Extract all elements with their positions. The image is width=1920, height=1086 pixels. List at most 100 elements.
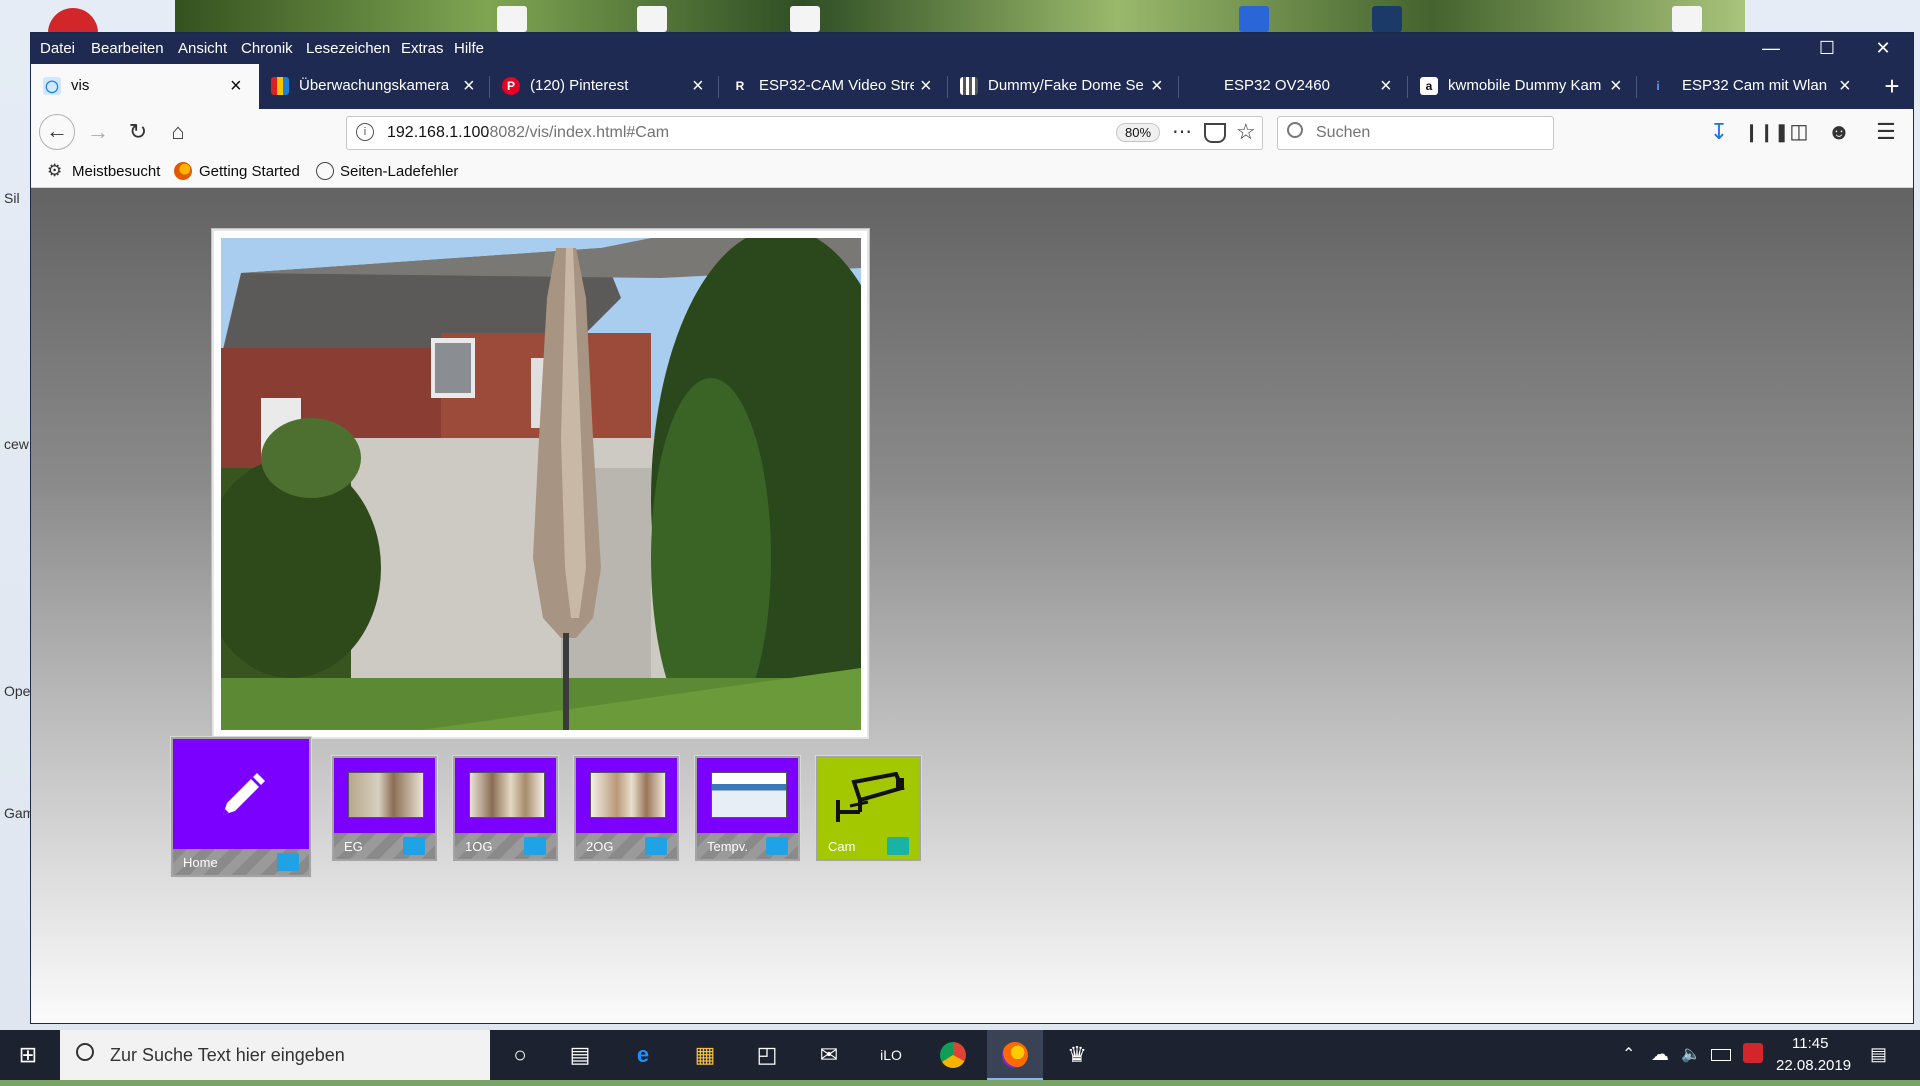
new-tab-button[interactable]: + [1876, 70, 1908, 102]
battery-icon[interactable] [1711, 1049, 1731, 1061]
nav-tile-eg[interactable]: EG [334, 758, 435, 859]
edge-icon[interactable]: e [615, 1030, 671, 1080]
security-camera-icon [836, 772, 905, 822]
windows-start-icon[interactable]: ⊞ [0, 1030, 56, 1080]
close-icon[interactable]: × [920, 75, 932, 98]
notifications-icon[interactable]: ▤ [1870, 1044, 1887, 1065]
site-grid-icon [960, 77, 978, 95]
desktop-file-icon[interactable] [1372, 6, 1402, 32]
card-icon [766, 837, 788, 855]
temperature-chart-thumbnail [711, 772, 787, 818]
nav-tile-1og[interactable]: 1OG [455, 758, 556, 859]
nav-tile-tempv[interactable]: Tempv. [697, 758, 798, 859]
close-window-button[interactable]: ✕ [1855, 33, 1911, 64]
mail-icon[interactable]: ✉ [801, 1030, 857, 1080]
menu-ansicht[interactable]: Ansicht [178, 40, 227, 57]
tab-vis[interactable]: ◯ vis × [31, 64, 259, 109]
maximize-button[interactable]: ☐ [1799, 33, 1855, 64]
search-icon [1287, 122, 1303, 138]
url-path: :8082/vis/index.html#Cam [485, 124, 670, 141]
tab-esp32-ov2460[interactable]: ESP32 OV2460 × [1179, 64, 1407, 109]
bookmark-getting-started[interactable]: Getting Started [199, 163, 300, 180]
page-actions-icon[interactable]: ⋯ [1172, 119, 1192, 144]
tile-footer: Tempv. [697, 833, 798, 859]
desktop-file-icon[interactable] [1672, 6, 1702, 32]
nav-tile-2og[interactable]: 2OG [576, 758, 677, 859]
menu-datei[interactable]: Datei [40, 40, 75, 57]
task-view-icon[interactable]: ▤ [552, 1030, 608, 1080]
menu-extras[interactable]: Extras [401, 40, 444, 57]
firefox-taskbar-icon[interactable] [987, 1030, 1043, 1080]
bookmark-star-icon[interactable]: ☆ [1236, 119, 1256, 145]
home-button[interactable]: ⌂ [163, 117, 193, 147]
desktop-file-icon[interactable] [1239, 6, 1269, 32]
account-icon[interactable]: ☻ [1824, 117, 1854, 147]
pocket-icon[interactable] [1204, 123, 1226, 143]
close-icon[interactable]: × [1839, 75, 1851, 98]
menu-lesezeichen[interactable]: Lesezeichen [306, 40, 390, 57]
close-icon[interactable]: × [692, 75, 704, 98]
menu-hilfe[interactable]: Hilfe [454, 40, 484, 57]
ilo-icon[interactable]: iLO [863, 1030, 919, 1080]
tab-kwmobile[interactable]: a kwmobile Dummy Kam × [1408, 64, 1636, 109]
chrome-icon[interactable] [925, 1030, 981, 1080]
tab-dummy-fake-dome[interactable]: Dummy/Fake Dome Se × [948, 64, 1178, 109]
search-placeholder: Suchen [1316, 124, 1371, 141]
close-icon[interactable]: × [1380, 75, 1392, 98]
nav-tile-home[interactable]: Home [173, 739, 309, 875]
game-app-icon[interactable]: ♛ [1049, 1030, 1105, 1080]
card-icon [403, 837, 425, 855]
file-explorer-icon[interactable]: ▦ [677, 1030, 733, 1080]
search-icon [76, 1043, 94, 1061]
desktop-file-icon[interactable] [790, 6, 820, 32]
taskbar-search-box[interactable]: Zur Suche Text hier eingeben [60, 1030, 490, 1080]
tab-ueberwachungskamera[interactable]: Überwachungskamera × [259, 64, 489, 109]
navigation-bar: ← → ↻ ⌂ i 192.168.1.100 :8082/vis/index.… [31, 109, 1913, 155]
library-icon[interactable]: ❙❙❚ [1744, 117, 1789, 147]
vis-page: Home EG 1OG 2OG Tempv. Cam [31, 188, 1913, 1023]
tab-esp32-cam-video[interactable]: R ESP32-CAM Video Stre × [719, 64, 947, 109]
tab-pinterest[interactable]: P (120) Pinterest × [490, 64, 718, 109]
antivirus-icon[interactable] [1743, 1043, 1763, 1063]
download-icon[interactable]: ↧ [1704, 117, 1734, 147]
bookmark-meistbesucht[interactable]: Meistbesucht [72, 163, 160, 180]
close-icon[interactable]: × [1151, 75, 1163, 98]
forward-button[interactable]: → [83, 117, 113, 147]
close-icon[interactable]: × [1610, 75, 1622, 98]
tile-label: Tempv. [707, 839, 748, 854]
back-button[interactable]: ← [39, 114, 75, 150]
reload-button[interactable]: ↻ [123, 117, 153, 147]
tab-bar: ◯ vis × Überwachungskamera × P (120) Pin… [31, 64, 1913, 109]
garden-camera-snapshot [221, 238, 861, 730]
desktop-file-icon[interactable] [497, 6, 527, 32]
search-bar[interactable]: Suchen [1277, 116, 1554, 150]
site-info-icon[interactable]: i [356, 123, 374, 141]
clock-date[interactable]: 22.08.2019 [1776, 1057, 1851, 1074]
hamburger-menu-icon[interactable]: ☰ [1871, 117, 1901, 147]
volume-icon[interactable]: 🔈 [1681, 1044, 1701, 1064]
menu-chronik[interactable]: Chronik [241, 40, 293, 57]
tile-footer: Home [173, 849, 309, 875]
close-icon[interactable]: × [463, 75, 475, 98]
shop-favicon-icon [271, 77, 289, 95]
desktop-label: Gam [4, 805, 35, 821]
amazon-icon: a [1420, 77, 1438, 95]
nav-tile-cam[interactable]: Cam [818, 758, 919, 859]
url-host: 192.168.1.100 [387, 124, 490, 141]
desktop-file-icon[interactable] [637, 6, 667, 32]
zoom-indicator[interactable]: 80% [1116, 123, 1161, 142]
cortana-icon[interactable]: ○ [492, 1030, 548, 1080]
menu-bearbeiten[interactable]: Bearbeiten [91, 40, 164, 57]
clock-time[interactable]: 11:45 [1792, 1035, 1828, 1052]
url-bar[interactable]: i 192.168.1.100 :8082/vis/index.html#Cam… [346, 116, 1263, 150]
desktop-label: Ope [4, 683, 31, 699]
tab-esp32-cam-wlan[interactable]: i ESP32 Cam mit Wlan × [1637, 64, 1865, 109]
show-hidden-icons-icon[interactable]: ⌃ [1622, 1044, 1635, 1064]
minimize-button[interactable]: — [1743, 33, 1799, 64]
bookmark-seiten-ladefehler[interactable]: Seiten-Ladefehler [340, 163, 458, 180]
store-icon[interactable]: ◰ [739, 1030, 795, 1080]
tab-label: Dummy/Fake Dome Se [988, 77, 1143, 94]
onedrive-icon[interactable]: ☁ [1651, 1044, 1669, 1065]
sidebar-icon[interactable]: ◫ [1784, 117, 1814, 147]
close-icon[interactable]: × [230, 75, 242, 98]
